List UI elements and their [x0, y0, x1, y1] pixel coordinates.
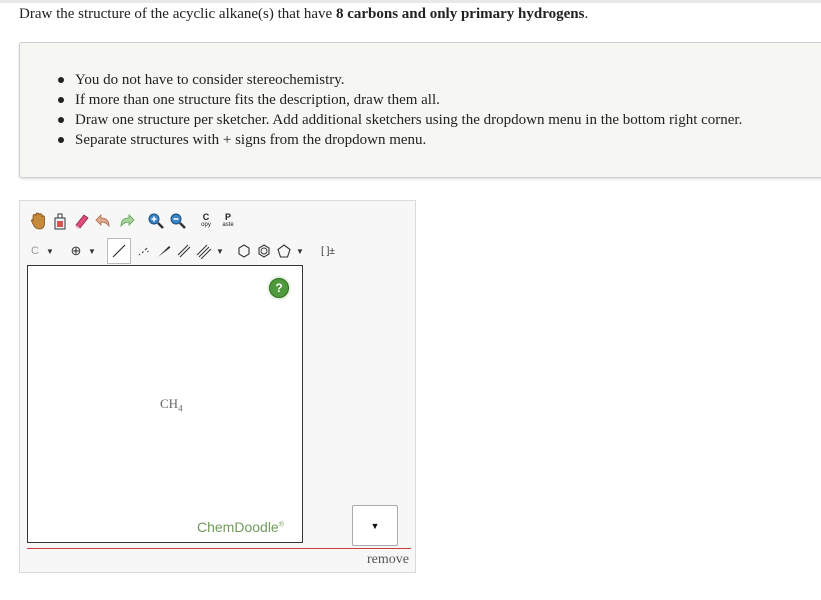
paste-button[interactable]: P aste [218, 210, 238, 232]
sketcher-toolbar-bottom: C ▼ ⊕ ▼ ▼ ▼ [ ]± [27, 237, 339, 265]
instruction-text: Separate structures with + signs from th… [75, 132, 427, 148]
chevron-down-icon[interactable]: ▼ [45, 238, 55, 264]
zoom-out-icon[interactable] [168, 210, 188, 232]
wedge-bond-icon[interactable] [155, 238, 173, 264]
chevron-down-icon[interactable]: ▼ [295, 238, 305, 264]
bullet-icon [58, 77, 64, 83]
copy-label-bottom: opy [201, 222, 211, 228]
paste-label-top: P [224, 212, 231, 222]
sketcher-toolbar-top: C opy P aste [28, 209, 238, 233]
instruction-text: You do not have to consider stereochemis… [75, 72, 345, 88]
instruction-item: Draw one structure per sketcher. Add add… [57, 110, 742, 130]
top-border [0, 0, 821, 3]
atom-subscript: 4 [178, 403, 183, 414]
instructions-panel: You do not have to consider stereochemis… [19, 42, 821, 178]
chemdoodle-logo: ChemDoodle® [197, 519, 284, 535]
instruction-item: Separate structures with + signs from th… [57, 130, 742, 150]
undo-icon[interactable] [94, 210, 114, 232]
sketcher-container: C opy P aste C ▼ ⊕ ▼ ▼ ▼ []± ? CH4 Chem… [19, 200, 416, 573]
remove-link[interactable]: remove [367, 552, 409, 568]
chevron-down-icon[interactable]: ▼ [87, 238, 97, 264]
bullet-icon [58, 97, 64, 103]
charge-tool[interactable]: ⊕ [67, 238, 85, 264]
cyclopentane-icon[interactable] [275, 238, 293, 264]
instruction-text: Draw one structure per sketcher. Add add… [75, 112, 743, 128]
question-bold: 8 carbons and only primary hydrogens [335, 6, 585, 22]
triple-bond-icon[interactable] [195, 238, 213, 264]
eraser-icon[interactable] [72, 210, 92, 232]
dropdown-arrow-icon: ▼ [370, 520, 380, 531]
question-prefix: Draw the structure of the acyclic alkane… [19, 6, 336, 22]
redo-icon[interactable] [116, 210, 136, 232]
brand-name: ChemDoodle [197, 519, 279, 535]
double-bond-icon[interactable] [175, 238, 193, 264]
instruction-item: If more than one structure fits the desc… [57, 90, 742, 110]
help-icon[interactable]: ? [269, 278, 289, 298]
benzene-icon[interactable] [255, 238, 273, 264]
paste-label-bottom: aste [222, 222, 234, 228]
question-suffix: . [584, 6, 589, 22]
structure-dropdown[interactable]: ▼ [352, 505, 398, 546]
brand-mark: ® [278, 521, 284, 529]
clear-canvas-icon[interactable] [50, 210, 70, 232]
chevron-down-icon[interactable]: ▼ [215, 238, 225, 264]
atom-label[interactable]: CH4 [160, 396, 183, 414]
atom-symbol: CH [160, 396, 179, 411]
element-select[interactable]: C [27, 238, 43, 264]
instruction-item: You do not have to consider stereochemis… [57, 70, 742, 90]
single-bond-icon[interactable] [107, 238, 131, 264]
bracket-tool[interactable]: [ ]± [317, 238, 339, 264]
bullet-icon [58, 117, 64, 123]
instruction-text: If more than one structure fits the desc… [75, 92, 440, 108]
question-text: Draw the structure of the acyclic alkane… [19, 6, 588, 23]
instructions-list: You do not have to consider stereochemis… [57, 70, 742, 150]
copy-button[interactable]: C opy [196, 210, 216, 232]
zoom-in-icon[interactable] [146, 210, 166, 232]
recessed-bond-icon[interactable] [133, 238, 153, 264]
bullet-icon [58, 137, 64, 143]
hand-tool-icon[interactable] [28, 210, 48, 232]
sketcher-canvas[interactable]: ? CH4 ChemDoodle® [27, 265, 303, 543]
cyclohexane-icon[interactable] [235, 238, 253, 264]
copy-label-top: C [202, 212, 210, 222]
divider-line [27, 548, 411, 549]
